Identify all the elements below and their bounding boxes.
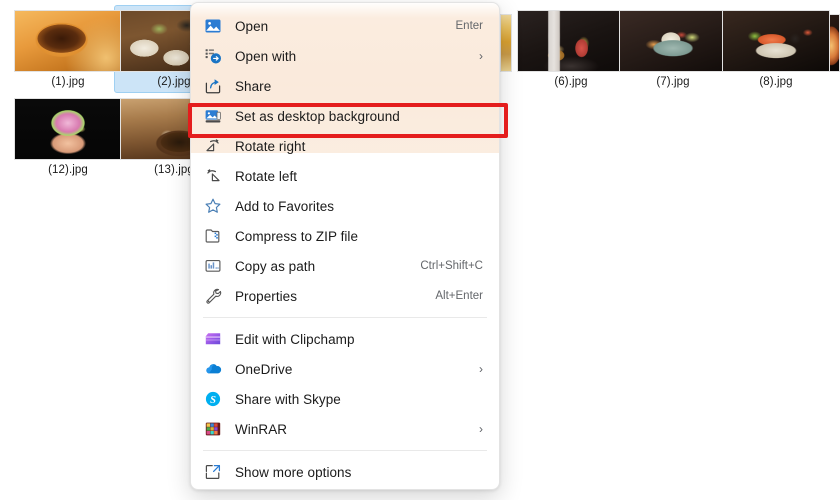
- chevron-right-icon: ›: [479, 362, 483, 376]
- svg-text:S: S: [210, 395, 216, 406]
- thumbnail-artwork: [620, 11, 726, 71]
- open-with-icon: [203, 46, 223, 66]
- thumbnail-image[interactable]: [517, 10, 625, 72]
- winrar-icon: [203, 419, 223, 439]
- file-name-label: (8).jpg: [759, 76, 793, 88]
- rotate-right-icon: [203, 136, 223, 156]
- menu-item-edit-with-clipchamp[interactable]: Edit with Clipchamp: [195, 324, 495, 354]
- menu-separator: [203, 317, 487, 318]
- wrench-icon: [203, 286, 223, 306]
- menu-item-label: WinRAR: [235, 421, 288, 437]
- menu-item-label: Rotate right: [235, 138, 306, 154]
- thumbnail-image[interactable]: [619, 10, 727, 72]
- show-more-icon: [203, 462, 223, 482]
- menu-item-shortcut: Ctrl+Shift+C: [420, 260, 483, 272]
- thumbnail-image[interactable]: [14, 98, 122, 160]
- star-icon: [203, 196, 223, 216]
- menu-item-share-with-skype[interactable]: S Share with Skype: [195, 384, 495, 414]
- thumbnail-artwork: [518, 11, 624, 71]
- menu-item-label: Open: [235, 18, 269, 34]
- image-file-icon: [203, 16, 223, 36]
- menu-item-set-as-desktop-background[interactable]: Set as desktop background: [195, 101, 495, 131]
- skype-icon: S: [203, 389, 223, 409]
- menu-item-shortcut: Alt+Enter: [435, 290, 483, 302]
- rotate-left-icon: [203, 166, 223, 186]
- file-thumbnail-item[interactable]: (6).jpg: [517, 10, 625, 88]
- menu-item-open[interactable]: Open Enter: [195, 11, 495, 41]
- chevron-right-icon: ›: [479, 49, 483, 63]
- menu-item-label: Compress to ZIP file: [235, 228, 359, 244]
- menu-item-properties[interactable]: Properties Alt+Enter: [195, 281, 495, 311]
- menu-item-copy-as-path[interactable]: Copy as path Ctrl+Shift+C: [195, 251, 495, 281]
- thumbnail-artwork: [15, 99, 121, 159]
- menu-item-open-with[interactable]: Open with ›: [195, 41, 495, 71]
- share-icon: [203, 76, 223, 96]
- file-thumbnail-item[interactable]: (8).jpg: [722, 10, 830, 88]
- file-thumbnail-item[interactable]: (12).jpg: [14, 98, 122, 176]
- zip-icon: [203, 226, 223, 246]
- menu-item-label: Edit with Clipchamp: [235, 331, 355, 347]
- menu-item-label: Share with Skype: [235, 391, 341, 407]
- menu-item-rotate-right[interactable]: Rotate right: [195, 131, 495, 161]
- thumbnail-artwork: [723, 11, 829, 71]
- copy-path-icon: [203, 256, 223, 276]
- file-thumbnail-item[interactable]: (1).jpg: [14, 10, 122, 88]
- onedrive-icon: [203, 359, 223, 379]
- partial-thumbnail[interactable]: [500, 14, 512, 72]
- menu-item-label: OneDrive: [235, 361, 293, 377]
- menu-item-winrar[interactable]: WinRAR ›: [195, 414, 495, 444]
- menu-item-label: Rotate left: [235, 168, 298, 184]
- menu-separator: [203, 450, 487, 451]
- menu-item-label: Properties: [235, 288, 298, 304]
- menu-item-shortcut: Enter: [455, 20, 484, 32]
- chevron-right-icon: ›: [479, 422, 483, 436]
- menu-item-rotate-left[interactable]: Rotate left: [195, 161, 495, 191]
- menu-item-label: Add to Favorites: [235, 198, 335, 214]
- menu-item-add-to-favorites[interactable]: Add to Favorites: [195, 191, 495, 221]
- menu-item-onedrive[interactable]: OneDrive ›: [195, 354, 495, 384]
- menu-item-label: Show more options: [235, 464, 352, 480]
- screenshot-root: (1).jpg (2).jpg (6).jpg (7).jpg (8).jpg (12).…: [0, 0, 840, 500]
- file-name-label: (12).jpg: [48, 164, 88, 176]
- menu-item-label: Open with: [235, 48, 297, 64]
- context-menu[interactable]: Open Enter Open with › Share Set as desktop b…: [190, 2, 500, 490]
- clipchamp-icon: [203, 329, 223, 349]
- menu-item-show-more-options[interactable]: Show more options: [195, 457, 495, 487]
- desktop-background-icon: [203, 106, 223, 126]
- menu-item-compress-to-zip-file[interactable]: Compress to ZIP file: [195, 221, 495, 251]
- file-thumbnail-item[interactable]: (7).jpg: [619, 10, 727, 88]
- menu-item-label: Copy as path: [235, 258, 316, 274]
- thumbnail-image[interactable]: [14, 10, 122, 72]
- file-name-label: (1).jpg: [51, 76, 85, 88]
- menu-item-label: Set as desktop background: [235, 108, 400, 124]
- menu-item-label: Share: [235, 78, 272, 94]
- thumbnail-artwork: [15, 11, 121, 71]
- menu-item-share[interactable]: Share: [195, 71, 495, 101]
- file-name-label: (6).jpg: [554, 76, 588, 88]
- file-name-label: (7).jpg: [656, 76, 690, 88]
- thumbnail-image[interactable]: [722, 10, 830, 72]
- context-menu-items: Open Enter Open with › Share Set as desktop b…: [191, 3, 499, 487]
